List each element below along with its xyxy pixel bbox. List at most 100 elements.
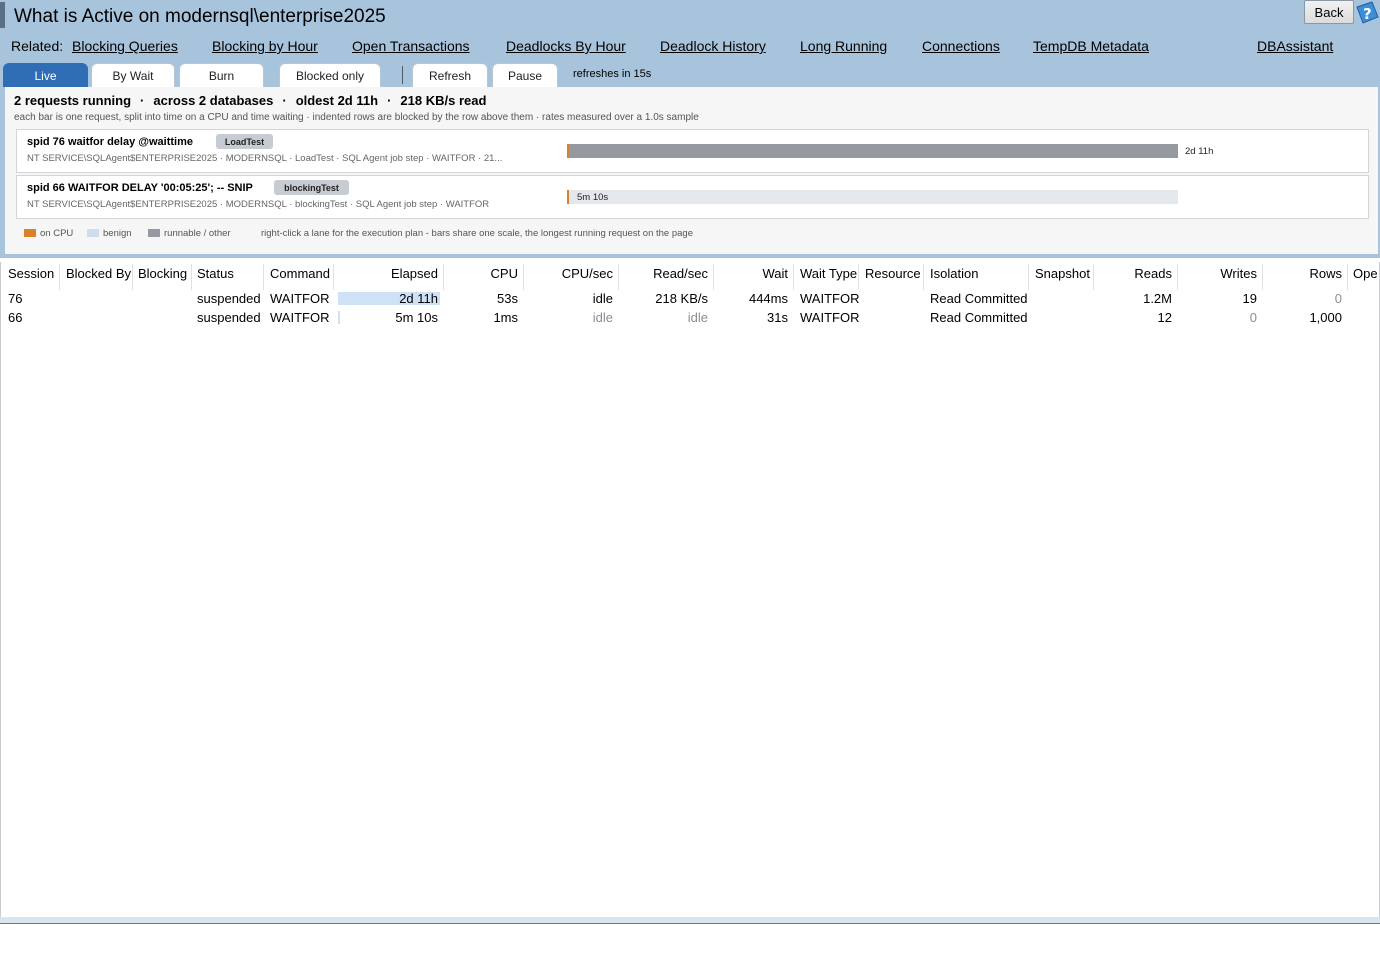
lane-bar-track bbox=[567, 190, 1178, 204]
lane-meta: NT SERVICE\SQLAgent$ENTERPRISE2025 · MOD… bbox=[27, 199, 490, 210]
related-label: Related: bbox=[11, 38, 64, 54]
pause-button[interactable]: Pause bbox=[492, 63, 558, 87]
link-dbassistant[interactable]: DBAssistant bbox=[1257, 38, 1333, 54]
legend-label-runnable: runnable / other bbox=[164, 228, 231, 239]
legend-swatch-cpu bbox=[24, 229, 36, 237]
cell-cpu-sec: idle bbox=[592, 310, 613, 325]
cell-writes: 19 bbox=[1242, 291, 1257, 306]
cell-cpu: 1ms bbox=[493, 310, 518, 325]
cell-session: 76 bbox=[8, 291, 23, 306]
cell-wait: 444ms bbox=[748, 291, 788, 306]
cell-command: WAITFOR bbox=[270, 310, 330, 325]
cell-reads: 12 bbox=[1157, 310, 1172, 325]
cell-isolation: Read Committed bbox=[930, 310, 1028, 325]
col-header-snapshot[interactable]: Snapshot bbox=[1035, 266, 1090, 281]
link-tempdb-metadata[interactable]: TempDB Metadata bbox=[1033, 38, 1149, 54]
request-lane[interactable]: spid 76 waitfor delay @waittime LoadTest… bbox=[16, 129, 1369, 173]
lane-db-tag: LoadTest bbox=[216, 134, 273, 149]
col-header-wait[interactable]: Wait bbox=[720, 266, 788, 281]
col-separator bbox=[523, 264, 524, 290]
link-blocking-queries[interactable]: Blocking Queries bbox=[72, 38, 178, 54]
lane-title: spid 66 WAITFOR DELAY '00:05:25'; -- SNI… bbox=[27, 182, 253, 194]
col-separator bbox=[263, 264, 264, 290]
col-header-elapsed[interactable]: Elapsed bbox=[340, 266, 438, 281]
cell-reads: 1.2M bbox=[1143, 291, 1172, 306]
cell-read-sec: idle bbox=[687, 310, 708, 325]
legend-swatch-benign bbox=[87, 229, 99, 237]
lane-meta: NT SERVICE\SQLAgent$ENTERPRISE2025 · MOD… bbox=[27, 153, 503, 164]
lane-elapsed-label: 5m 10s bbox=[577, 192, 609, 203]
col-separator bbox=[1347, 264, 1348, 290]
tab-by-wait[interactable]: By Wait bbox=[91, 63, 175, 87]
cell-cpu-sec: idle bbox=[592, 291, 613, 306]
col-header-resource[interactable]: Resource bbox=[865, 266, 921, 281]
link-blocking-by-hour[interactable]: Blocking by Hour bbox=[212, 38, 318, 54]
col-header-open-tran[interactable]: Ope bbox=[1353, 266, 1380, 281]
page-title: What is Active on modernsql\enterprise20… bbox=[14, 6, 386, 27]
refresh-button[interactable]: Refresh bbox=[412, 63, 488, 87]
request-lane[interactable]: spid 66 WAITFOR DELAY '00:05:25'; -- SNI… bbox=[16, 175, 1369, 219]
requests-grid bbox=[0, 262, 1380, 918]
col-header-read-sec[interactable]: Read/sec bbox=[625, 266, 708, 281]
col-separator bbox=[858, 264, 859, 290]
col-header-blocked-by[interactable]: Blocked By bbox=[66, 266, 131, 281]
cell-status: suspended bbox=[197, 310, 261, 325]
lane-bar-cpu bbox=[567, 190, 569, 204]
col-header-cpu-sec[interactable]: CPU/sec bbox=[530, 266, 613, 281]
lane-bar-track bbox=[567, 144, 1178, 158]
col-separator bbox=[793, 264, 794, 290]
link-deadlocks-by-hour[interactable]: Deadlocks By Hour bbox=[506, 38, 626, 54]
cell-rows: 1,000 bbox=[1309, 310, 1342, 325]
summary-note: each bar is one request, split into time… bbox=[14, 112, 699, 123]
col-header-cpu[interactable]: CPU bbox=[450, 266, 518, 281]
col-header-wait-type[interactable]: Wait Type bbox=[800, 266, 857, 281]
summary-oldest: oldest 2d 11h bbox=[295, 93, 379, 108]
col-separator bbox=[443, 264, 444, 290]
col-separator bbox=[1262, 264, 1263, 290]
back-button[interactable]: Back bbox=[1304, 0, 1354, 24]
svg-text:?: ? bbox=[1363, 5, 1372, 23]
col-header-session[interactable]: Session bbox=[8, 266, 54, 281]
lane-title: spid 76 waitfor delay @waittime bbox=[27, 136, 193, 148]
col-header-blocking[interactable]: Blocking bbox=[138, 266, 187, 281]
refresh-countdown: refreshes in 15s bbox=[573, 68, 652, 80]
cell-isolation: Read Committed bbox=[930, 291, 1028, 306]
col-separator bbox=[713, 264, 714, 290]
legend-label-cpu: on CPU bbox=[40, 228, 74, 239]
link-connections[interactable]: Connections bbox=[922, 38, 1000, 54]
header-accent bbox=[0, 2, 5, 28]
link-open-transactions[interactable]: Open Transactions bbox=[352, 38, 470, 54]
tab-burn[interactable]: Burn bbox=[179, 63, 264, 87]
col-header-isolation[interactable]: Isolation bbox=[930, 266, 978, 281]
link-long-running[interactable]: Long Running bbox=[800, 38, 887, 54]
summary-requests: 2 requests running bbox=[14, 93, 132, 108]
col-header-rows[interactable]: Rows bbox=[1270, 266, 1342, 281]
col-header-writes[interactable]: Writes bbox=[1185, 266, 1257, 281]
col-header-status[interactable]: Status bbox=[197, 266, 234, 281]
tab-blocked-only[interactable]: Blocked only bbox=[279, 63, 381, 87]
cell-writes: 0 bbox=[1249, 310, 1257, 325]
cell-elapsed: 5m 10s bbox=[395, 310, 438, 325]
col-separator bbox=[1093, 264, 1094, 290]
cell-rows: 0 bbox=[1334, 291, 1342, 306]
link-deadlock-history[interactable]: Deadlock History bbox=[660, 38, 766, 54]
cell-session: 66 bbox=[8, 310, 23, 325]
cell-cpu: 53s bbox=[497, 291, 518, 306]
cell-status: suspended bbox=[197, 291, 261, 306]
col-separator bbox=[618, 264, 619, 290]
lane-elapsed-label: 2d 11h bbox=[1185, 146, 1214, 157]
col-header-command[interactable]: Command bbox=[270, 266, 330, 281]
app-window: What is Active on modernsql\enterprise20… bbox=[0, 0, 1380, 976]
summary-databases: across 2 databases bbox=[153, 93, 274, 108]
cell-elapsed: 2d 11h bbox=[399, 291, 438, 306]
lane-bar-cpu bbox=[567, 144, 569, 158]
col-separator bbox=[132, 264, 133, 290]
legend-swatch-runnable bbox=[148, 229, 160, 237]
cell-wait-type: WAITFOR bbox=[800, 310, 860, 325]
lane-bar-runnable bbox=[567, 144, 1178, 158]
col-header-reads[interactable]: Reads bbox=[1100, 266, 1172, 281]
tab-live[interactable]: Live bbox=[3, 63, 88, 87]
window-bottom-border bbox=[0, 923, 1380, 924]
col-separator bbox=[191, 264, 192, 290]
help-icon[interactable]: ? bbox=[1354, 1, 1380, 27]
